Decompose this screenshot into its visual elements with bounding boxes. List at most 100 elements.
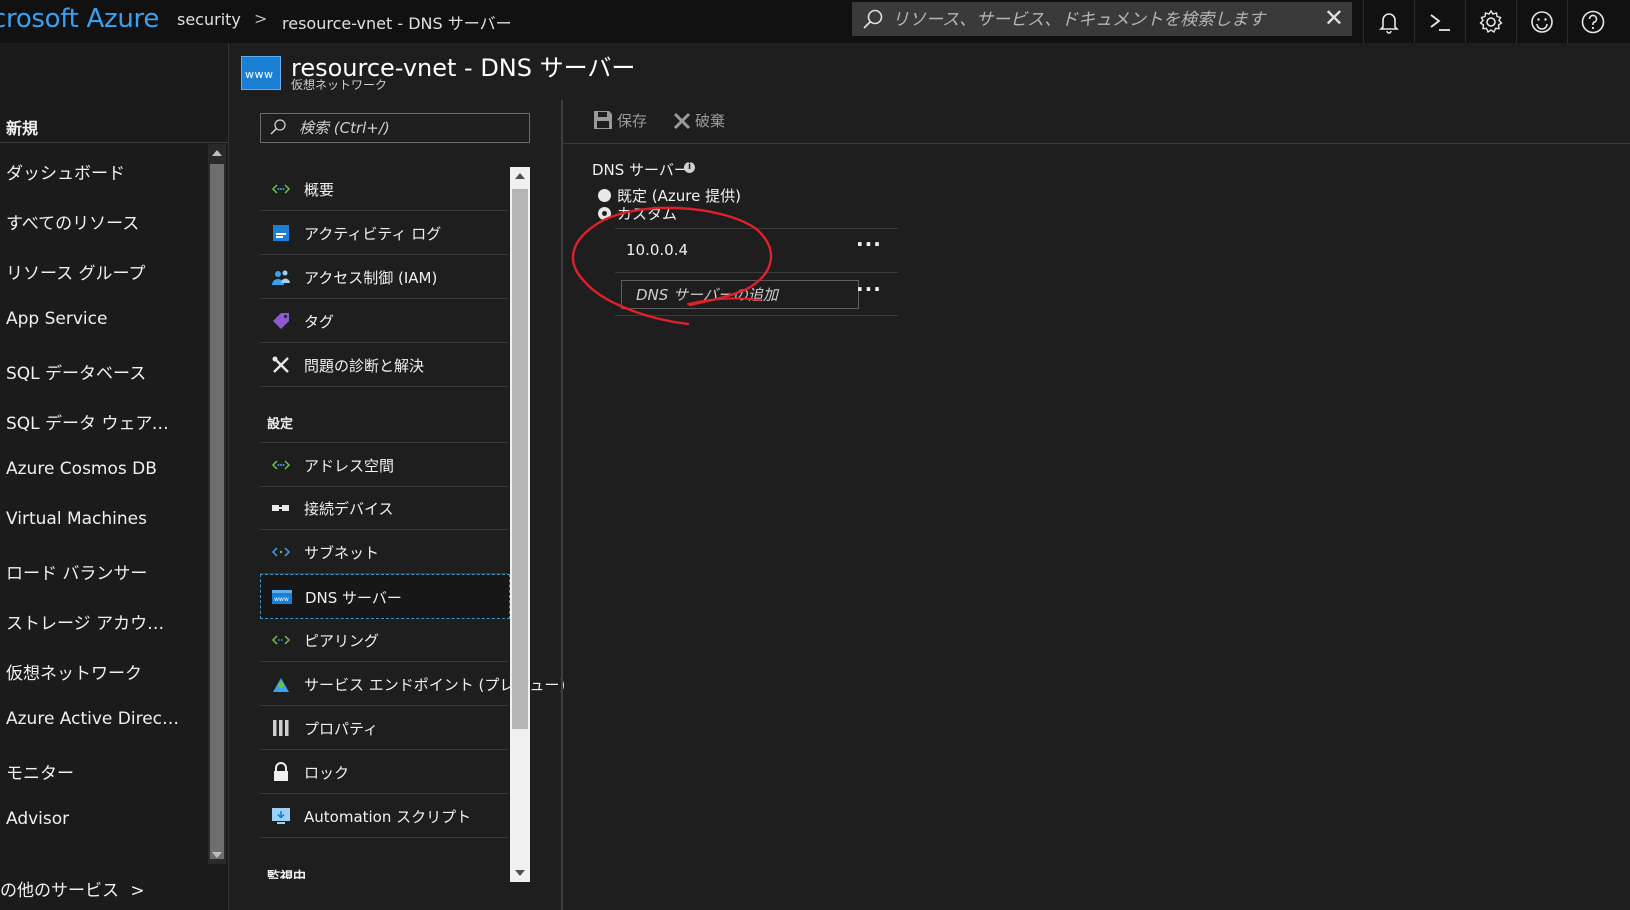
properties-icon <box>273 720 289 736</box>
endpoint-icon <box>273 678 289 692</box>
discard-button[interactable]: 破棄 <box>673 110 725 131</box>
breadcrumb-separator: > <box>254 9 268 28</box>
divider <box>0 142 228 143</box>
divider <box>615 272 898 273</box>
breadcrumb-security[interactable]: security <box>177 10 241 29</box>
nav-item-cosmos-db[interactable]: Azure Cosmos DB <box>6 459 181 479</box>
page-subtitle: 仮想ネットワーク <box>291 78 388 92</box>
menu-item-connected-devices[interactable]: 接続デバイス <box>260 486 508 530</box>
radio-custom-button[interactable] <box>598 207 611 220</box>
scroll-up-icon[interactable] <box>515 173 525 179</box>
close-icon[interactable]: ✕ <box>1324 4 1344 32</box>
save-icon <box>594 111 612 129</box>
global-search[interactable]: ✕ <box>852 2 1352 36</box>
search-icon <box>270 119 286 135</box>
left-navigation: 新規 ダッシュボード すべてのリソース リソース グループ App Servic… <box>0 43 229 910</box>
menu-item-properties[interactable]: プロパティ <box>260 706 508 750</box>
close-icon <box>673 112 691 130</box>
brand-logo[interactable]: crosoft Azure <box>0 4 159 34</box>
menu-item-subnets[interactable]: サブネット <box>260 530 508 574</box>
nav-item-azure-active-directory[interactable]: Azure Active Direct… <box>6 709 181 729</box>
radio-default-button[interactable] <box>598 189 611 202</box>
network-icon <box>271 460 291 470</box>
nav-item-app-service[interactable]: App Service <box>6 309 181 329</box>
menu-search[interactable] <box>260 113 530 143</box>
menu-item-overview[interactable]: 概要 <box>260 167 508 211</box>
dns-servers-label: DNS サーバー <box>592 161 689 179</box>
menu-item-automation-script[interactable]: Automation スクリプト <box>260 794 508 838</box>
red-annotation-circle <box>571 206 773 326</box>
menu-item-tags[interactable]: タグ <box>260 299 508 343</box>
dns-add-input[interactable] <box>634 283 853 307</box>
nav-item-resource-groups[interactable]: リソース グループ <box>6 259 181 284</box>
divider <box>615 228 898 229</box>
cloud-shell-icon <box>1430 13 1450 31</box>
scroll-down-icon[interactable] <box>212 852 222 858</box>
settings-button[interactable] <box>1465 0 1516 43</box>
chevron-right-icon: > <box>130 881 145 901</box>
activity-log-icon <box>273 225 289 241</box>
info-icon[interactable]: i <box>684 162 695 173</box>
more-options-icon[interactable]: ··· <box>856 232 882 256</box>
pane-divider <box>561 100 563 910</box>
dns-server-entry[interactable]: 10.0.0.4 <box>626 241 688 259</box>
help-button[interactable] <box>1567 0 1618 43</box>
nav-item-virtual-networks[interactable]: 仮想ネットワーク <box>6 659 181 684</box>
search-icon <box>863 9 883 29</box>
scroll-down-icon[interactable] <box>515 870 525 876</box>
tag-icon <box>273 313 289 329</box>
nav-more-services[interactable]: の他のサービス > <box>0 876 145 901</box>
section-settings: 設定 <box>267 417 294 432</box>
network-icon <box>271 184 291 194</box>
plug-icon <box>272 505 289 511</box>
section-monitoring: 監視中 <box>267 870 307 879</box>
nav-item-virtual-machines[interactable]: Virtual Machines <box>6 509 181 529</box>
wrench-icon <box>272 356 289 373</box>
notifications-button[interactable] <box>1363 0 1414 43</box>
svg-text:www: www <box>274 596 289 603</box>
divider <box>615 315 898 316</box>
people-icon <box>272 270 290 285</box>
help-icon <box>1581 10 1605 33</box>
lock-icon <box>274 762 288 781</box>
nav-item-sql-database[interactable]: SQL データベース <box>6 359 181 384</box>
smiley-icon <box>1531 10 1553 33</box>
toolbar-divider <box>563 143 1630 144</box>
nav-item-storage-accounts[interactable]: ストレージ アカウント <box>6 609 181 634</box>
menu-item-address-space[interactable]: アドレス空間 <box>260 442 508 487</box>
nav-item-monitor[interactable]: モニター <box>6 759 181 784</box>
feedback-button[interactable] <box>1516 0 1567 43</box>
nav-item-load-balancer[interactable]: ロード バランサー <box>6 559 181 584</box>
dns-icon: www <box>272 590 292 604</box>
menu-search-input[interactable] <box>297 116 521 140</box>
bell-icon <box>1379 12 1399 34</box>
nav-item-dashboard[interactable]: ダッシュボード <box>6 159 181 184</box>
menu-item-activity-log[interactable]: アクティビティ ログ <box>260 211 508 255</box>
dns-server-blade-icon: www <box>241 56 281 90</box>
left-nav-scrollbar[interactable] <box>208 144 226 864</box>
menu-item-locks[interactable]: ロック <box>260 750 508 794</box>
peering-icon <box>271 635 291 645</box>
scroll-up-icon[interactable] <box>212 150 222 156</box>
nav-item-all-resources[interactable]: すべてのリソース <box>6 209 181 234</box>
global-search-input[interactable] <box>890 6 1314 34</box>
automation-icon <box>272 808 290 824</box>
menu-item-dns-servers[interactable]: www DNS サーバー <box>260 574 510 619</box>
nav-item-advisor[interactable]: Advisor <box>6 809 181 829</box>
scrollbar-thumb[interactable] <box>210 164 224 859</box>
more-options-icon[interactable]: ··· <box>856 277 882 301</box>
nav-item-sql-data-warehouse[interactable]: SQL データ ウェアハウス <box>6 409 181 434</box>
save-button[interactable]: 保存 <box>593 110 647 131</box>
subnet-icon <box>271 547 291 557</box>
scrollbar-thumb[interactable] <box>512 189 528 729</box>
nav-new[interactable]: 新規 <box>6 115 38 139</box>
cloud-shell-button[interactable] <box>1414 0 1465 43</box>
menu-item-service-endpoints[interactable]: サービス エンドポイント (プレビュー) <box>260 662 565 706</box>
menu-scrollbar[interactable] <box>510 167 530 882</box>
nav-more-label: の他のサービス <box>0 881 119 901</box>
dns-add-field[interactable] <box>621 280 859 309</box>
menu-item-peerings[interactable]: ピアリング <box>260 618 508 662</box>
menu-item-access-control[interactable]: アクセス制御 (IAM) <box>260 255 508 299</box>
menu-item-diagnose[interactable]: 問題の診断と解決 <box>260 343 508 387</box>
gear-icon <box>1479 9 1503 33</box>
